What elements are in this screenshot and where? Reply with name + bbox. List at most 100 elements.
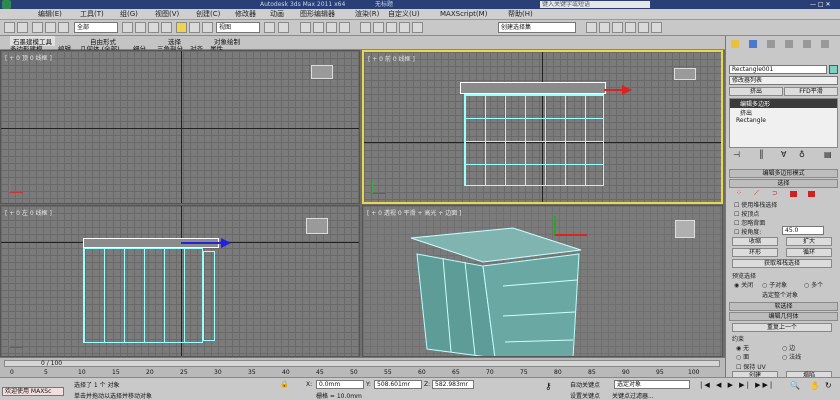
ring-button[interactable]: 环形 <box>732 248 778 257</box>
orbit-icon[interactable]: ↻ <box>825 381 832 390</box>
render-setup-icon[interactable] <box>625 22 636 33</box>
configure-sets-icon[interactable]: ▤ <box>824 150 832 159</box>
move-gizmo-x-icon[interactable] <box>555 234 587 236</box>
pan-icon[interactable]: ✋ <box>810 381 820 390</box>
render-frame-icon[interactable] <box>638 22 649 33</box>
viewport-top[interactable]: [ + 0 顶 0 线框 ] <box>0 50 360 204</box>
mirror-icon[interactable] <box>373 22 384 33</box>
pin-stack-icon[interactable]: ⊣ <box>733 150 740 159</box>
display-tab-icon[interactable] <box>803 40 811 48</box>
undo-icon[interactable] <box>4 22 15 33</box>
loop-button[interactable]: 循环 <box>786 248 832 257</box>
extrude-button[interactable]: 挤出 <box>729 87 783 96</box>
viewcube-icon[interactable] <box>674 68 696 80</box>
manipulate-icon[interactable] <box>278 22 289 33</box>
percent-snap-icon[interactable] <box>326 22 337 33</box>
constraint-edge-radio[interactable]: ○ 边 <box>782 343 795 352</box>
bind-icon[interactable] <box>58 22 69 33</box>
repeat-last-button[interactable]: 重复上一个 <box>732 323 832 332</box>
opt-ignore-backface[interactable]: ☐ 忽略背面 <box>734 218 765 227</box>
menu-group[interactable]: 组(G) <box>120 9 138 20</box>
object-name-field[interactable]: Rectangle001 <box>729 65 827 74</box>
modifier-list-dropdown[interactable]: 修改器列表 <box>729 76 838 85</box>
maxscript-listener[interactable]: 欢迎使用 MAXSc <box>2 387 64 396</box>
vertex-icon[interactable]: ⁘ <box>736 189 742 197</box>
rect-select-icon[interactable] <box>148 22 159 33</box>
preview-multi-radio[interactable]: ○ 多个 <box>804 280 823 289</box>
modify-tab-icon[interactable] <box>749 40 757 48</box>
viewcube-icon[interactable] <box>311 65 333 79</box>
search-field[interactable]: 键入关键字或短语 <box>540 1 650 8</box>
rollout-editpoly-mode[interactable]: 编辑多边形模式 <box>729 169 838 178</box>
object-color-swatch[interactable] <box>829 65 838 74</box>
key-filters-button[interactable]: 关键点过滤器... <box>612 391 654 400</box>
menu-help[interactable]: 帮助(H) <box>508 9 533 20</box>
spinner-snap-icon[interactable] <box>339 22 350 33</box>
show-end-result-icon[interactable]: ║ <box>759 150 764 159</box>
viewport-left[interactable]: [ + 0 左 0 线框 ] <box>0 205 360 357</box>
constraint-face-radio[interactable]: ○ 面 <box>736 352 749 361</box>
keep-uv-checkbox[interactable]: ☐ 保持 UV <box>736 362 766 371</box>
scale-icon[interactable] <box>202 22 213 33</box>
selection-filter-dropdown[interactable]: 全部 <box>74 22 118 33</box>
hierarchy-tab-icon[interactable] <box>767 40 775 48</box>
make-unique-icon[interactable]: ∀ <box>781 150 786 159</box>
rollout-soft-selection[interactable]: 软选择 <box>729 302 838 311</box>
menu-customize[interactable]: 自定义(U) <box>388 9 420 20</box>
motion-tab-icon[interactable] <box>785 40 793 48</box>
rotate-icon[interactable] <box>189 22 200 33</box>
get-stack-sel-button[interactable]: 获取堆栈选择 <box>732 259 832 268</box>
auto-key-label[interactable]: 自动关键点 <box>570 380 600 389</box>
edit-named-sel-icon[interactable] <box>360 22 371 33</box>
app-logo-icon[interactable] <box>2 0 11 9</box>
preview-subobj-radio[interactable]: ○ 子对象 <box>762 280 787 289</box>
menu-modifiers[interactable]: 修改器 <box>235 9 256 20</box>
zoom-icon[interactable]: 🔍 <box>790 381 800 390</box>
rollout-edit-geometry[interactable]: 编辑几何体 <box>729 312 838 321</box>
angle-field[interactable]: 45.0 <box>782 226 824 235</box>
stack-item-editpoly[interactable]: 编辑多边形 <box>730 99 837 108</box>
grow-button[interactable]: 扩大 <box>786 237 832 246</box>
schematic-icon[interactable] <box>599 22 610 33</box>
cabinet-side-mesh[interactable] <box>83 248 203 343</box>
element-icon[interactable] <box>808 191 815 197</box>
remove-modifier-icon[interactable]: ♁ <box>799 150 805 159</box>
selected-object-dropdown[interactable]: 选定对象 <box>614 380 690 389</box>
opt-use-stack[interactable]: ☐ 使用堆栈选择 <box>734 200 777 209</box>
utilities-tab-icon[interactable] <box>821 40 829 48</box>
select-icon[interactable] <box>122 22 133 33</box>
playback-controls[interactable]: |◀ ◀ ▶ ▶| ▶▶| <box>700 381 780 390</box>
lock-icon[interactable]: 🔒 <box>280 380 289 388</box>
time-slider[interactable]: 0 / 100 <box>4 360 720 367</box>
preview-off-radio[interactable]: ◉ 关闭 <box>734 280 753 289</box>
menu-views[interactable]: 视图(V) <box>155 9 179 20</box>
menu-maxscript[interactable]: MAXScript(M) <box>440 9 487 20</box>
link-icon[interactable] <box>32 22 43 33</box>
opt-by-vertex[interactable]: ☐ 按顶点 <box>734 209 759 218</box>
menu-animation[interactable]: 动画 <box>270 9 284 20</box>
menu-graph-editors[interactable]: 图形编辑器 <box>300 9 335 20</box>
render-icon[interactable] <box>651 22 662 33</box>
constraint-none-radio[interactable]: ◉ 无 <box>736 343 749 352</box>
ffd-smooth-button[interactable]: FFD平滑 <box>784 87 838 96</box>
set-key-label[interactable]: 设置关键点 <box>570 391 600 400</box>
move-gizmo-z-icon[interactable] <box>554 216 556 236</box>
menu-render[interactable]: 渲染(R) <box>355 9 379 20</box>
rollout-selection[interactable]: 选择 <box>729 179 838 188</box>
unlink-icon[interactable] <box>45 22 56 33</box>
window-controls[interactable]: — □ ✕ <box>810 0 831 9</box>
create-tab-icon[interactable] <box>731 40 739 48</box>
move-gizmo-arrow-icon[interactable] <box>622 85 632 95</box>
menu-tools[interactable]: 工具(T) <box>80 9 104 20</box>
align-icon[interactable] <box>386 22 397 33</box>
cabinet-3d-mesh[interactable] <box>403 224 633 357</box>
viewport-perspective[interactable]: [ + 0 透视 0 平滑 + 高光 + 边面 ] <box>362 205 723 357</box>
cabinet-top-mesh[interactable] <box>460 82 606 94</box>
window-crossing-icon[interactable] <box>161 22 172 33</box>
viewcube-icon[interactable] <box>675 220 695 238</box>
opt-by-angle[interactable]: ☐ 按角度: <box>734 227 761 236</box>
graphite-icon[interactable] <box>412 22 423 33</box>
named-selection-set[interactable]: 创建选择集 <box>498 22 576 33</box>
layer-icon[interactable] <box>399 22 410 33</box>
track-bar[interactable]: 0 5 10 15 20 25 30 35 40 45 50 55 60 65 … <box>4 369 720 377</box>
